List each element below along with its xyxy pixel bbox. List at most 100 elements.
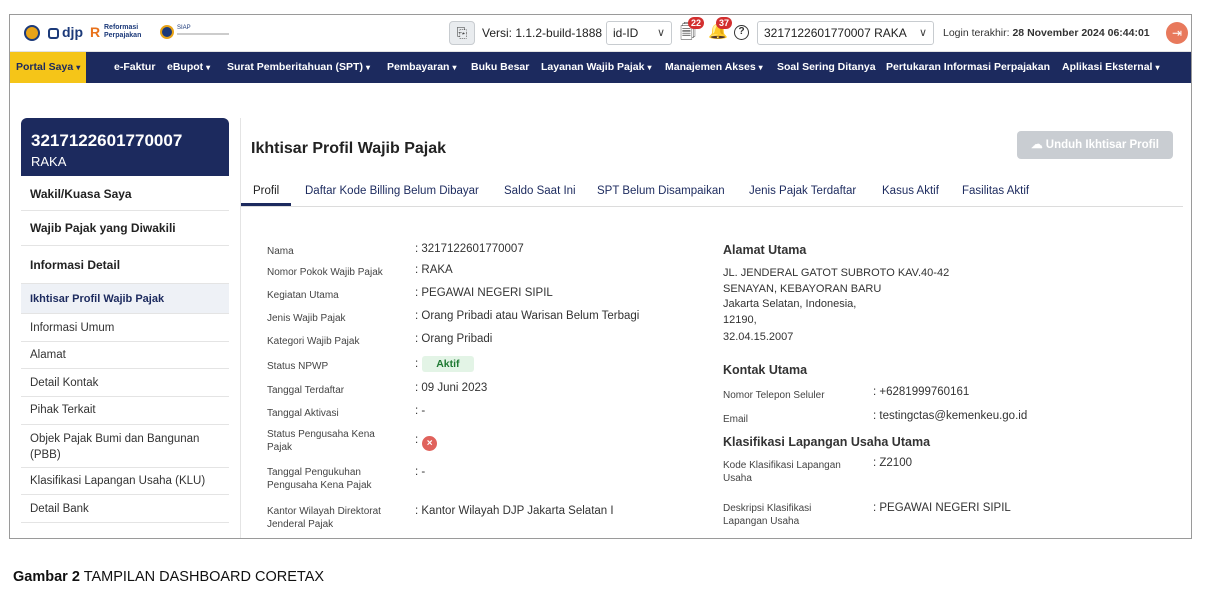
figure-caption-prefix: Gambar 2 [13, 569, 80, 585]
sidebar-item-wajib-pajak-diwakili[interactable]: Wajib Pajak yang Diwakili [21, 211, 229, 246]
email-value: : testingctas@kemenkeu.go.id [873, 410, 1028, 422]
taxpayer-card: 3217122601770007 RAKA [21, 118, 229, 176]
main-navbar: Portal Saya ▾ e-Faktur eBupot ▾ Surat Pemb… [10, 52, 1191, 83]
tab-saldo-saat-ini[interactable]: Saldo Saat Ini [504, 185, 576, 197]
alamat-utama-title: Alamat Utama [723, 243, 807, 257]
nav-pembayaran[interactable]: Pembayaran ▾ [387, 52, 456, 83]
profile-label: Jenis Wajib Pajak [267, 313, 346, 324]
klu-desk-label: Deskripsi Klasifikasi Lapangan Usaha [723, 503, 812, 527]
logout-icon[interactable]: ⇥ [1166, 22, 1188, 44]
profile-label: Tanggal Terdaftar [267, 385, 345, 396]
sidebar-item-detail-bank[interactable]: Detail Bank [21, 495, 229, 523]
profile-label: Nomor Pokok Wajib Pajak [267, 267, 383, 278]
page-title: Ikhtisar Profil Wajib Pajak [251, 140, 447, 157]
profile-value: : Kantor Wilayah DJP Jakarta Selatan I [415, 505, 614, 517]
cloud-download-icon: ☁ [1031, 139, 1043, 151]
taxpayer-name: RAKA [31, 154, 67, 169]
profile-value: : Orang Pribadi [415, 333, 493, 345]
nav-soal-sering-ditanya[interactable]: Soal Sering Ditanya [777, 52, 876, 83]
klu-kode-value: : Z2100 [873, 457, 912, 469]
tab-profil[interactable]: Profil [253, 185, 279, 197]
tab-fasilitas-aktif[interactable]: Fasilitas Aktif [962, 185, 1029, 197]
address-line: JL. JENDERAL GATOT SUBROTO KAV.40-42 [723, 267, 950, 279]
address-line: 32.04.15.2007 [723, 331, 794, 343]
status-npwp-value: : Aktif [415, 356, 474, 372]
nav-spt[interactable]: Surat Pemberitahuan (SPT) ▾ [227, 52, 370, 83]
nav-buku-besar[interactable]: Buku Besar [471, 52, 529, 83]
tab-spt-belum-disampaikan[interactable]: SPT Belum Disampaikan [597, 185, 725, 197]
profile-label: Nama [267, 246, 294, 257]
profile-tabs: Profil Daftar Kode Billing Belum Dibayar… [241, 178, 1183, 207]
help-icon[interactable]: ? [734, 25, 749, 40]
sidebar-item-objek-pajak-pbb[interactable]: Objek Pajak Bumi dan Bangunan (PBB) [21, 425, 229, 468]
main-panel: Ikhtisar Profil Wajib Pajak ☁ Unduh Ikht… [240, 118, 1183, 538]
profile-value: : 3217122601770007 [415, 243, 524, 255]
sidebar-item-informasi-detail[interactable]: Informasi Detail [21, 246, 229, 284]
active-tab-indicator [241, 203, 291, 206]
profile-value: : - [415, 405, 426, 417]
download-profile-label: Unduh Ikhtisar Profil [1045, 139, 1159, 151]
nav-e-faktur[interactable]: e-Faktur [114, 52, 155, 83]
address-line: Jakarta Selatan, Indonesia, [723, 298, 857, 310]
tab-daftar-kode-billing[interactable]: Daftar Kode Billing Belum Dibayar [305, 185, 479, 197]
status-pkp-value: : × [415, 434, 438, 451]
profile-label: Tanggal Aktivasi [267, 408, 339, 419]
profile-label: Kegiatan Utama [267, 290, 339, 301]
reformasi-logo-text-1: Reformasi [104, 24, 139, 31]
klu-kode-label: Kode Klasifikasi Lapangan Usaha [723, 460, 841, 484]
close-icon: × [422, 436, 438, 451]
sidebar-item-klu[interactable]: Klasifikasi Lapangan Usaha (KLU) [21, 468, 229, 495]
download-profile-button[interactable]: ☁ Unduh Ikhtisar Profil [1017, 131, 1173, 159]
chevron-down-icon: ∨ [918, 27, 927, 39]
sidebar-item-wakil-kuasa[interactable]: Wakil/Kuasa Saya [21, 176, 229, 211]
language-value: id-ID [613, 26, 639, 40]
sidebar-item-pihak-terkait[interactable]: Pihak Terkait [21, 397, 229, 425]
profile-label: Tanggal Pengukuhan Pengusaha Kena Pajak [267, 467, 372, 491]
reformasi-perpajakan-logo: R Reformasi Perpajakan [90, 24, 142, 40]
kontak-utama-title: Kontak Utama [723, 363, 808, 377]
tab-jenis-pajak-terdaftar[interactable]: Jenis Pajak Terdaftar [749, 185, 856, 197]
copy-icon[interactable]: ⎘ [449, 21, 475, 45]
phone-label: Nomor Telepon Seluler [723, 390, 825, 401]
language-select[interactable]: id-ID ∨ [606, 21, 672, 45]
sidebar-item-informasi-umum[interactable]: Informasi Umum [21, 314, 229, 342]
sidebar-item-detail-kontak[interactable]: Detail Kontak [21, 369, 229, 397]
top-header: djp R Reformasi Perpajakan SIAP ⎘ Versi:… [10, 15, 1191, 52]
nav-ebupot[interactable]: eBupot ▾ [167, 52, 210, 83]
profile-label: Status Pengusaha Kena Pajak [267, 429, 375, 453]
kemenkeu-logo-icon [24, 25, 40, 41]
sidebar-item-ikhtisar-profil[interactable]: Ikhtisar Profil Wajib Pajak [21, 284, 229, 314]
nav-pertukaran-informasi[interactable]: Pertukaran Informasi Perpajakan [886, 52, 1050, 83]
document-notification-icon[interactable]: 🗐 22 [680, 17, 705, 43]
siap-logo: SIAP [160, 25, 230, 39]
coretax-window: djp R Reformasi Perpajakan SIAP ⎘ Versi:… [9, 14, 1192, 539]
address-line: SENAYAN, KEBAYORAN BARU [723, 283, 882, 295]
address-line: 12190, [723, 314, 757, 326]
klu-title: Klasifikasi Lapangan Usaha Utama [723, 435, 931, 449]
nav-layanan-wajib-pajak[interactable]: Layanan Wajib Pajak ▾ [541, 52, 652, 83]
bell-notification-icon[interactable]: 🔔 37 [708, 17, 733, 43]
profile-label: Kantor Wilayah Direktorat Jenderal Pajak [267, 506, 381, 530]
tab-kasus-aktif[interactable]: Kasus Aktif [882, 185, 939, 197]
notification-badge-documents: 22 [688, 17, 705, 29]
profile-value: : RAKA [415, 264, 453, 276]
last-login-time: 28 November 2024 06:44:01 [1012, 27, 1150, 39]
version-label: Versi: 1.1.2-build-1888 [482, 26, 603, 40]
profile-value: : PEGAWAI NEGERI SIPIL [415, 287, 553, 299]
djp-logo-text: djp [62, 24, 83, 40]
profile-value: : 09 Juni 2023 [415, 382, 488, 394]
profile-value: : Orang Pribadi atau Warisan Belum Terba… [415, 310, 640, 322]
profile-value: : - [415, 466, 426, 478]
nav-manajemen-akses[interactable]: Manajemen Akses ▾ [665, 52, 763, 83]
account-select[interactable]: 3217122601770007 RAKA ∨ [757, 21, 934, 45]
nav-portal-saya[interactable]: Portal Saya ▾ [10, 52, 87, 83]
klu-desk-value: : PEGAWAI NEGERI SIPIL [873, 502, 1011, 514]
sidebar-item-alamat[interactable]: Alamat [21, 342, 229, 369]
notification-badge-bell: 37 [716, 17, 733, 29]
chevron-down-icon: ∨ [656, 27, 665, 39]
nav-aplikasi-eksternal[interactable]: Aplikasi Eksternal ▾ [1062, 52, 1159, 83]
account-value: 3217122601770007 RAKA [764, 26, 907, 40]
phone-value: : +6281999760161 [873, 386, 970, 398]
siap-logo-text: SIAP [177, 25, 191, 31]
profile-label: Kategori Wajib Pajak [267, 336, 360, 347]
